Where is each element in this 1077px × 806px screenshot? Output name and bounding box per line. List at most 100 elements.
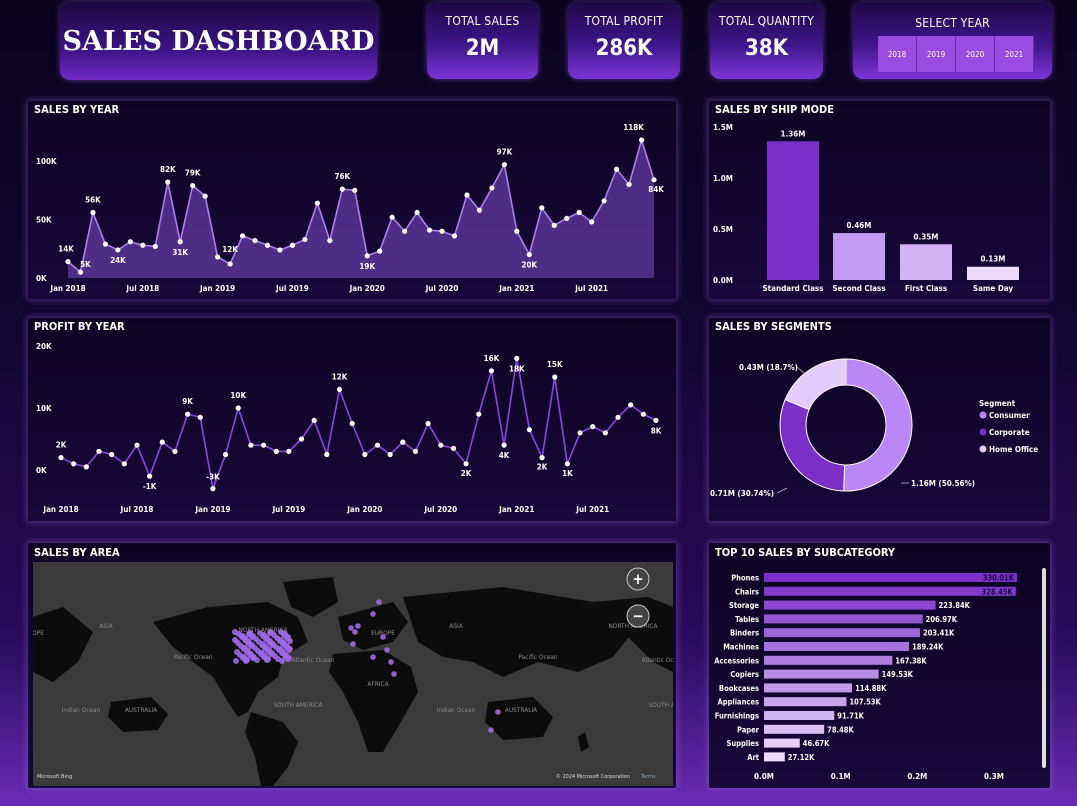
data-point [202,193,208,199]
year-option-2018[interactable]: 2018 [878,36,917,72]
bar [764,683,853,693]
data-label: 107.53K [849,698,881,707]
sales-point [241,654,247,660]
x-tick-label: Jan 2019 [199,284,235,293]
data-point [260,442,267,448]
data-point [439,228,445,234]
terms-link[interactable]: Terms [640,774,656,780]
category-label: Second Class [832,284,885,293]
sales-point [488,727,494,733]
data-point [601,198,607,204]
category-label: Tables [735,615,759,624]
x-tick-label: Jul 2019 [271,505,305,514]
map-label: AFRICA [367,680,388,688]
data-label: 0.46M [847,221,872,230]
world-map[interactable]: NORTH AMERICA EUROPE ASIA AFRICA SOUTH AMERI… [33,562,673,786]
x-tick-label: 0.2M [907,772,927,781]
data-point [277,247,283,253]
data-label: 0.13M [981,255,1006,264]
data-label: 1.16M (50.56%) [911,479,975,488]
sales-by-ship-mode-card: SALES BY SHIP MODE 0.0M 0.5M 1.0M 1.5M 1.36M… [709,101,1050,299]
data-point [227,261,233,267]
bar [764,573,1018,582]
bar [764,711,835,720]
data-point [90,209,96,216]
card-title: SALES BY AREA [34,546,120,559]
map-label: Indian Ocean [437,706,476,714]
data-point [539,205,545,211]
data-point [651,177,657,183]
bar [967,266,1019,280]
data-point [71,461,77,467]
bar [833,233,885,280]
data-label: 20K [522,261,538,270]
data-point [426,227,433,233]
bar [764,697,847,707]
map-label: AUSTRALIA [505,706,537,714]
sales-point [234,649,240,655]
donut-slice [843,358,913,492]
data-point [252,237,258,244]
segments-donut-chart: 1.16M (50.56%) 0.71M (30.74%) 0.43M (18.7%… [710,358,1038,498]
data-point [638,137,645,143]
data-point [438,442,444,448]
data-point [289,242,296,248]
data-point [349,420,355,427]
data-label: 12K [332,372,348,381]
x-tick-label: Jul 2018 [120,505,154,514]
map-label: Indian Ocean [62,706,101,714]
x-tick-label: Jul 2020 [423,505,457,514]
category-label: Paper [737,725,760,734]
data-point [165,179,171,185]
data-point [389,214,395,220]
category-label: Storage [729,601,759,610]
category-label: Furnishings [715,712,759,721]
data-label: 0.43M (18.7%) [739,363,798,372]
sales-point [278,637,284,643]
data-label: 19K [359,262,375,271]
sales-point [279,658,285,664]
year-option-2021[interactable]: 2021 [995,36,1034,72]
category-label: Machines [723,643,759,652]
bar [764,600,936,610]
data-label: 206.97K [926,615,958,624]
data-point [602,430,608,436]
sales-point [370,611,376,617]
data-point [640,411,646,417]
data-point [551,222,557,228]
data-label: 1.36M [781,129,806,138]
sales-point [370,654,376,660]
data-point [425,420,431,427]
sales-point [233,658,239,664]
page-title: SALES DASHBOARD [62,25,375,57]
x-tick-label: Jan 2020 [346,505,382,514]
bar [764,628,920,638]
kpi-label: TOTAL PROFIT [584,14,664,28]
profit-by-year-card: PROFIT BY YEAR 0K 10K 20K Jan 2018 Jul 2018 J… [28,318,676,521]
sales-point [277,646,283,652]
map-label: AUSTRALIA [125,706,157,714]
sales-by-segments-card: SALES BY SEGMENTS 1.16M (50.56%) 0.71M (3… [709,318,1050,521]
data-point [564,215,570,221]
data-point [653,417,659,423]
kpi-card-total-profit: TOTAL PROFIT 286K [568,2,680,79]
area-fill [68,140,654,278]
year-option-2020[interactable]: 2020 [956,36,995,72]
data-point [590,424,596,430]
data-point [190,183,196,189]
map-label: SOUTH AMERICA [273,701,322,709]
sales-by-area-card: SALES BY AREA NORTH AMERICA EUROPE ASIA AFR… [28,543,676,788]
data-point [526,252,532,258]
sales-point [352,629,358,635]
year-option-2019[interactable]: 2019 [917,36,956,72]
data-label: 82K [160,165,176,174]
sales-point [495,709,501,715]
y-tick-label: 100K [36,157,57,166]
data-label: 79K [185,169,201,178]
scrollbar[interactable] [1042,568,1046,768]
data-point [501,161,507,168]
y-tick-label: 1.0M [713,174,733,183]
data-point [159,439,165,445]
data-label: 97K [497,148,513,157]
bar [764,655,893,665]
